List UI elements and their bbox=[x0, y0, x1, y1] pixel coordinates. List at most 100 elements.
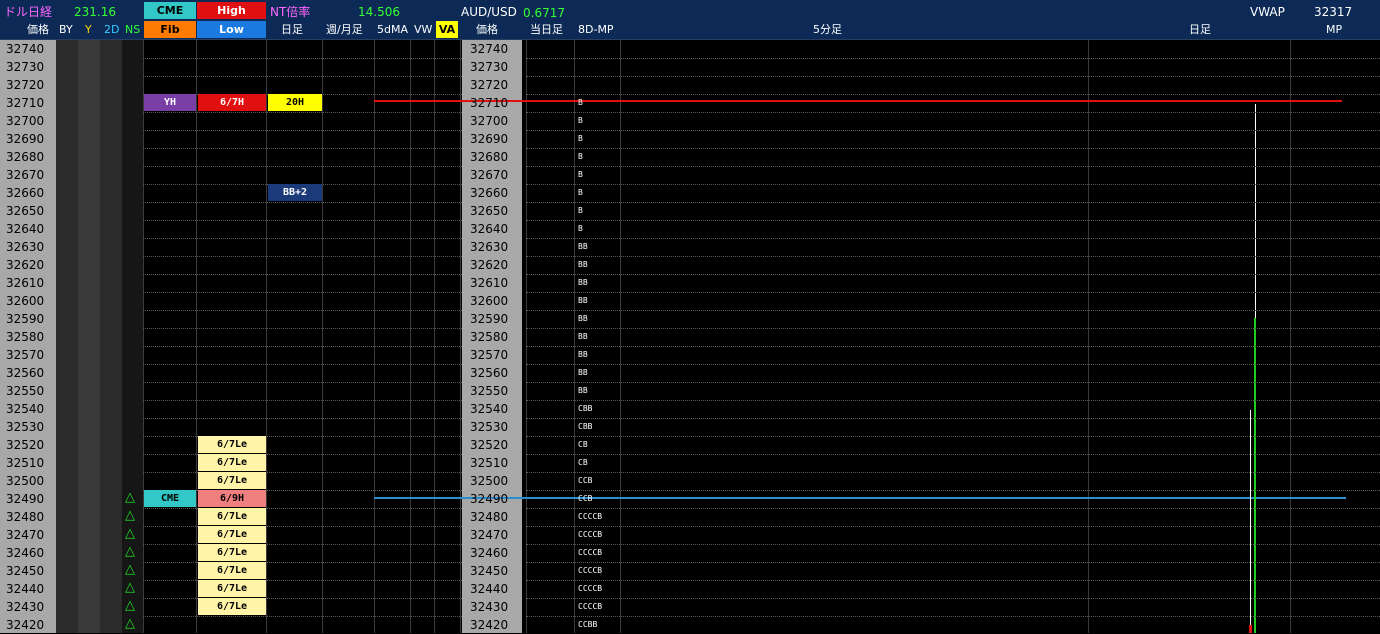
price-label-right: 32490 bbox=[470, 492, 509, 506]
level-tag[interactable]: 6/7Le bbox=[198, 436, 266, 453]
col-vw: VW bbox=[414, 23, 433, 36]
header-bar: ドル日経 231.16 CME High NT倍率 14.506 AUD/USD… bbox=[0, 0, 1380, 39]
tpo-letters: BB bbox=[578, 278, 588, 287]
col-price-2: 価格 bbox=[476, 23, 498, 36]
level-tag[interactable]: 6/7Le bbox=[198, 598, 266, 615]
price-label-right: 32590 bbox=[470, 312, 509, 326]
price-label-left: 32630 bbox=[6, 240, 45, 254]
badge-low[interactable]: Low bbox=[197, 21, 266, 38]
tpo-letters: CBB bbox=[578, 422, 593, 431]
col-by: BY bbox=[59, 23, 73, 36]
triangle-up-icon: △ bbox=[125, 616, 135, 631]
col-daily-2: 日足 bbox=[1189, 23, 1211, 36]
price-label-left: 32570 bbox=[6, 348, 45, 362]
col-mp: MP bbox=[1326, 23, 1343, 36]
tpo-letters: B bbox=[578, 206, 583, 215]
price-label-left: 32610 bbox=[6, 276, 45, 290]
col-5min: 5分足 bbox=[813, 23, 842, 36]
price-label-right: 32500 bbox=[470, 474, 509, 488]
by-column bbox=[56, 40, 78, 633]
price-label-right: 32560 bbox=[470, 366, 509, 380]
price-label-left: 32470 bbox=[6, 528, 45, 542]
tpo-letters: CCBB bbox=[578, 620, 598, 629]
level-tag[interactable]: 6/7Le bbox=[198, 580, 266, 597]
price-label-left: 32640 bbox=[6, 222, 45, 236]
level-tag[interactable]: 6/7Le bbox=[198, 454, 266, 471]
tpo-letters: CCCCB bbox=[578, 566, 603, 575]
price-label-left: 32680 bbox=[6, 150, 45, 164]
tpo-letters: CCCCB bbox=[578, 548, 603, 557]
level-tag[interactable]: 6/7Le bbox=[198, 562, 266, 579]
price-label-left: 32710 bbox=[6, 96, 45, 110]
price-label-left: 32490 bbox=[6, 492, 45, 506]
level-tag[interactable]: 6/7Le bbox=[198, 526, 266, 543]
level-tag[interactable]: 6/7H bbox=[198, 94, 266, 111]
level-tag[interactable]: 6/9H bbox=[198, 490, 266, 507]
level-tag[interactable]: BB+2 bbox=[268, 184, 322, 201]
badge-cme[interactable]: CME bbox=[144, 2, 196, 19]
support-line bbox=[374, 497, 1346, 499]
price-label-right: 32510 bbox=[470, 456, 509, 470]
tpo-letters: BB bbox=[578, 296, 588, 305]
level-tag[interactable]: 6/7Le bbox=[198, 508, 266, 525]
dollar-nikkei-label: ドル日経 bbox=[4, 5, 53, 19]
price-label-left: 32460 bbox=[6, 546, 45, 560]
level-tag[interactable]: 6/7Le bbox=[198, 544, 266, 561]
price-label-right: 32660 bbox=[470, 186, 509, 200]
price-label-left: 32620 bbox=[6, 258, 45, 272]
price-label-right: 32730 bbox=[470, 60, 509, 74]
price-label-left: 32520 bbox=[6, 438, 45, 452]
price-label-right: 32670 bbox=[470, 168, 509, 182]
price-label-right: 32630 bbox=[470, 240, 509, 254]
price-label-right: 32460 bbox=[470, 546, 509, 560]
price-ladder-grid: 32740 32740 32730 32730 32720 32720 32710 32710… bbox=[0, 40, 1380, 633]
tpo-letters: BB bbox=[578, 368, 588, 377]
price-label-right: 32620 bbox=[470, 258, 509, 272]
level-tag[interactable]: YH bbox=[144, 94, 196, 111]
audusd-value: 0.6717 bbox=[523, 6, 565, 20]
tpo-letters: CCCCB bbox=[578, 602, 603, 611]
tpo-letters: B bbox=[578, 152, 583, 161]
price-label-right: 32580 bbox=[470, 330, 509, 344]
price-label-left: 32480 bbox=[6, 510, 45, 524]
tpo-letters: CB bbox=[578, 458, 588, 467]
tpo-letters: BB bbox=[578, 242, 588, 251]
price-label-left: 32720 bbox=[6, 78, 45, 92]
tpo-letters: BB bbox=[578, 386, 588, 395]
price-label-right: 32720 bbox=[470, 78, 509, 92]
level-tag[interactable]: 6/7Le bbox=[198, 472, 266, 489]
price-label-left: 32560 bbox=[6, 366, 45, 380]
tpo-letters: B bbox=[578, 98, 583, 107]
price-label-right: 32480 bbox=[470, 510, 509, 524]
daily-marker bbox=[1249, 625, 1252, 633]
price-label-right: 32420 bbox=[470, 618, 509, 632]
price-label-right: 32600 bbox=[470, 294, 509, 308]
tpo-letters: CBB bbox=[578, 404, 593, 413]
col-daily: 日足 bbox=[281, 23, 303, 36]
price-label-right: 32430 bbox=[470, 600, 509, 614]
price-label-right: 32470 bbox=[470, 528, 509, 542]
triangle-up-icon: △ bbox=[125, 580, 135, 595]
resistance-line bbox=[374, 100, 1342, 102]
col-2d: 2D bbox=[104, 23, 120, 36]
level-tag[interactable]: CME bbox=[144, 490, 196, 507]
price-label-right: 32530 bbox=[470, 420, 509, 434]
price-label-left: 32670 bbox=[6, 168, 45, 182]
col-y: Y bbox=[85, 23, 92, 36]
tpo-letters: BB bbox=[578, 260, 588, 269]
tpo-letters: CCCCB bbox=[578, 530, 603, 539]
tpo-letters: CCCCB bbox=[578, 512, 603, 521]
price-label-right: 32680 bbox=[470, 150, 509, 164]
price-label-left: 32420 bbox=[6, 618, 45, 632]
level-tag[interactable]: 20H bbox=[268, 94, 322, 111]
price-label-right: 32700 bbox=[470, 114, 509, 128]
badge-fib[interactable]: Fib bbox=[144, 21, 196, 38]
vwap-label: VWAP bbox=[1250, 5, 1285, 19]
badge-high[interactable]: High bbox=[197, 2, 266, 19]
triangle-up-icon: △ bbox=[125, 526, 135, 541]
price-label-left: 32590 bbox=[6, 312, 45, 326]
price-label-right: 32570 bbox=[470, 348, 509, 362]
price-label-right: 32740 bbox=[470, 42, 509, 56]
col-ns: NS bbox=[125, 23, 141, 36]
price-label-left: 32690 bbox=[6, 132, 45, 146]
